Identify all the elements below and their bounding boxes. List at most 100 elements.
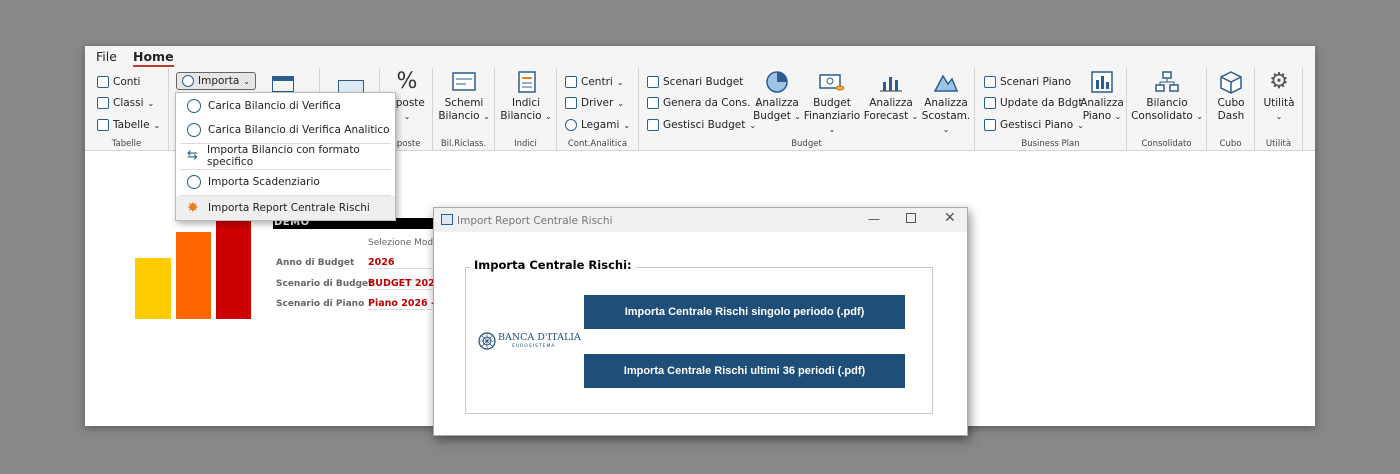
tabelle-button[interactable]: Tabelle ⌄ — [97, 119, 160, 131]
chevron-down-icon: ⌄ — [1114, 112, 1122, 121]
menu-item-carica-analitico[interactable]: Carica Bilancio di Verifica Analitico — [176, 118, 395, 142]
mountain-chart-icon — [933, 70, 959, 94]
menu-item-label: Importa Report Centrale Rischi — [208, 202, 370, 214]
cube-icon — [1218, 70, 1244, 94]
importa-button[interactable]: Importa ⌄ — [176, 72, 256, 90]
indici-bilancio-button[interactable]: Indici Bilancio ⌄ — [498, 70, 554, 123]
update-icon — [984, 97, 996, 109]
genera-button[interactable]: Genera da Cons. ⌄ — [647, 97, 761, 109]
scenari-budget-label: Scenari Budget — [663, 76, 744, 88]
update-bdgt-button[interactable]: Update da Bdgt — [984, 97, 1082, 109]
budget-finanziario-button[interactable]: Budget Finanziario ⌄ — [803, 70, 861, 136]
logo-bar-orange — [176, 232, 211, 319]
update-label: Update da Bdgt — [1000, 97, 1083, 109]
classi-button[interactable]: Classi ⌄ — [97, 97, 154, 109]
app-icon — [441, 214, 453, 225]
logo-bar-red — [216, 214, 251, 319]
chevron-down-icon: ⌄ — [911, 112, 919, 121]
group-bil-riclass: Schemi Bilancio ⌄ Bil.Riclass. — [433, 68, 495, 151]
dashboard-icon — [1089, 70, 1115, 94]
conti-label: Conti — [113, 76, 141, 88]
minimize-icon[interactable]: — — [868, 212, 880, 226]
analizza-piano-button[interactable]: Analizza Piano ⌄ — [1079, 70, 1125, 123]
finanziario-label-1: Budget — [813, 97, 851, 109]
analizza-forecast-button[interactable]: Analizza Forecast ⌄ — [863, 70, 919, 123]
conti-button[interactable]: Conti — [97, 76, 140, 88]
scenari-piano-button[interactable]: Scenari Piano — [984, 76, 1071, 88]
analizza-budget-button[interactable]: Analizza Budget ⌄ — [753, 70, 801, 123]
importa-dropdown: Carica Bilancio di Verifica Carica Bilan… — [175, 92, 396, 221]
group-cubo: Cubo Dash Cubo — [1207, 68, 1255, 151]
driver-button[interactable]: Driver ⌄ — [565, 97, 624, 109]
gestisci-piano-button[interactable]: Gestisci Piano ⌄ — [984, 119, 1084, 131]
scenario-piano-value[interactable]: Piano 2026 - 2 — [368, 298, 438, 310]
menu-item-scadenziario[interactable]: Importa Scadenziario — [176, 170, 395, 194]
utilita-label: Utilità — [1263, 97, 1295, 109]
dialog-panel: Importa Centrale Rischi: BANCA D'ITALIA … — [434, 232, 967, 435]
menu-item-centrale-rischi[interactable]: ✸ Importa Report Centrale Rischi — [176, 196, 395, 220]
chevron-down-icon: ⌄ — [1196, 112, 1203, 121]
menu-item-carica-bilancio[interactable]: Carica Bilancio di Verifica — [176, 94, 395, 118]
group-utilita: ⚙ Utilità ⌄ Utilità — [1255, 68, 1303, 151]
importa-label: Importa — [198, 75, 240, 87]
menu-file[interactable]: File — [96, 49, 117, 64]
bar-chart-icon — [878, 70, 904, 94]
centri-button[interactable]: Centri ⌄ — [565, 76, 624, 88]
cubo-dash-button[interactable]: Cubo Dash — [1209, 70, 1253, 123]
analizza-scostam-button[interactable]: Analizza Scostam. ⌄ — [919, 70, 973, 136]
chevron-down-icon: ⌄ — [616, 77, 624, 87]
chevron-down-icon: ⌄ — [482, 112, 490, 121]
gestisci-budget-label: Gestisci Budget — [663, 119, 746, 131]
bilancio-consolidato-button[interactable]: Bilancio Consolidato ⌄ — [1131, 70, 1203, 123]
utilita-button[interactable]: ⚙ Utilità ⌄ — [1257, 70, 1301, 123]
driver-icon — [565, 97, 577, 109]
group-label: Indici — [514, 139, 537, 149]
analizza-piano-label-1: Analizza — [1080, 97, 1124, 109]
scenario-piano-label: Scenario di Piano — [276, 299, 365, 309]
import-36-periods-button[interactable]: Importa Centrale Rischi ultimi 36 period… — [584, 354, 905, 388]
driver-label: Driver — [581, 97, 614, 109]
menu-home[interactable]: Home — [133, 49, 174, 67]
schemi-label-1: Schemi — [444, 97, 484, 109]
indici-label-1: Indici — [511, 97, 541, 109]
legami-label: Legami — [581, 119, 620, 131]
analizza-budget-label-2: Budget — [753, 110, 791, 122]
scenari-budget-button[interactable]: Scenari Budget — [647, 76, 743, 88]
hierarchy-icon — [565, 76, 577, 88]
genera-label: Genera da Cons. — [663, 97, 751, 109]
frame-legend: Importa Centrale Rischi: — [470, 258, 636, 272]
scenario-icon — [984, 76, 996, 88]
group-indici: Indici Bilancio ⌄ Indici — [495, 68, 557, 151]
anno-value[interactable]: 2026 — [368, 257, 438, 269]
chevron-down-icon: ⌄ — [1275, 112, 1283, 121]
group-label: Tabelle — [111, 139, 142, 149]
import-single-period-button[interactable]: Importa Centrale Rischi singolo periodo … — [584, 295, 905, 329]
scostam-label-1: Analizza — [924, 97, 968, 109]
schemi-bilancio-button[interactable]: Schemi Bilancio ⌄ — [436, 70, 492, 123]
logo-subtext: EUROSISTEMA — [512, 344, 556, 349]
cubo-label-1: Cubo — [1217, 97, 1245, 109]
grid-icon — [97, 97, 109, 109]
chevron-down-icon: ⌄ — [153, 120, 161, 130]
close-icon[interactable]: ✕ — [944, 210, 956, 226]
scenario-budget-value[interactable]: BUDGET 2026 — [368, 278, 438, 290]
analizza-budget-label-1: Analizza — [755, 97, 799, 109]
legami-button[interactable]: Legami ⌄ — [565, 119, 630, 131]
analizza-piano-label-2: Piano — [1082, 110, 1112, 122]
chevron-down-icon: ⌄ — [544, 112, 552, 121]
group-budget: Scenari Budget Genera da Cons. ⌄ Gestisci… — [639, 68, 975, 151]
database-icon — [187, 123, 201, 137]
menubar: File Home — [85, 46, 1315, 68]
consolidato-label-1: Bilancio — [1146, 97, 1188, 109]
centri-label: Centri — [581, 76, 613, 88]
group-cont-analitica: Centri ⌄ Driver ⌄ Legami ⌄ Cont.Analitica — [557, 68, 639, 151]
export-icon[interactable] — [272, 76, 294, 92]
maximize-icon[interactable] — [906, 213, 916, 223]
menu-item-formato-specifico[interactable]: ⇆ Importa Bilancio con formato specifico — [176, 144, 395, 168]
percent-icon: % — [396, 69, 418, 94]
scenari-piano-label: Scenari Piano — [1000, 76, 1072, 88]
gestisci-budget-button[interactable]: Gestisci Budget ⌄ — [647, 119, 756, 131]
money-icon — [819, 70, 845, 94]
menu-item-label: Importa Scadenziario — [208, 176, 320, 188]
org-chart-icon — [1154, 70, 1180, 94]
